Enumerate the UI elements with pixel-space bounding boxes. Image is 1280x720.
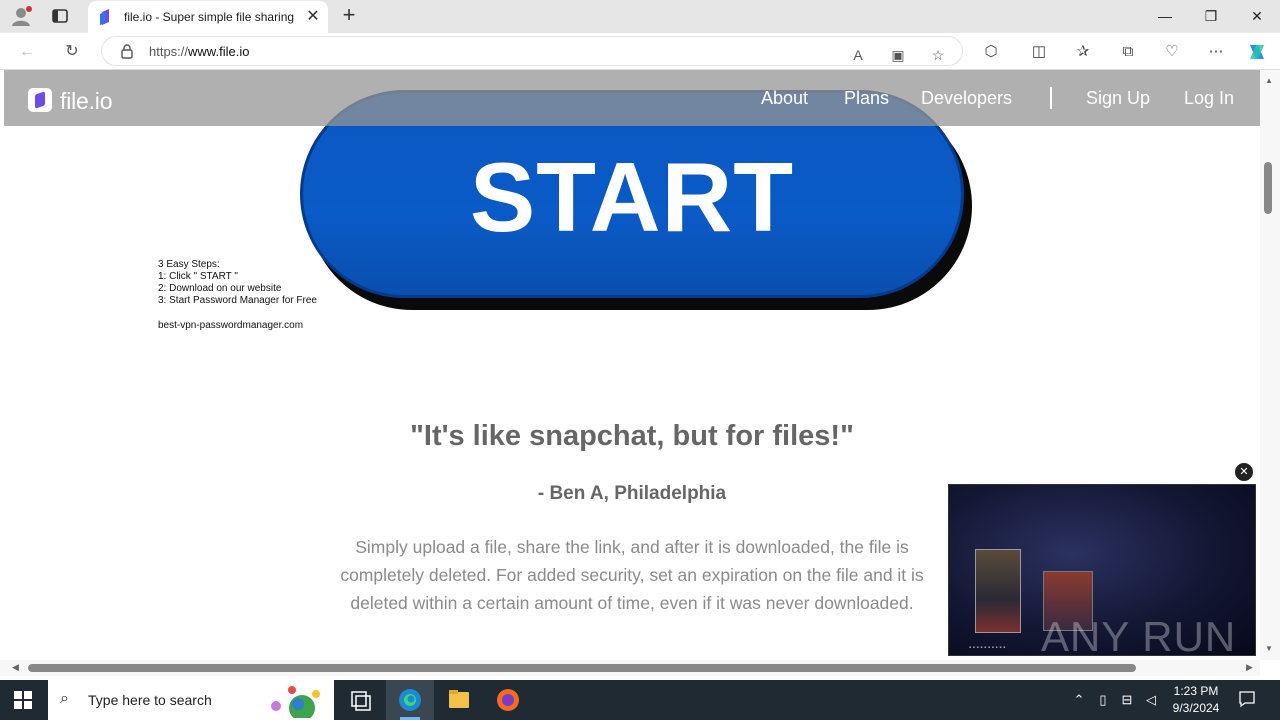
browser-tab-bar: file.io - Super simple file sharing ✕ + … [0, 0, 1280, 33]
taskbar-search[interactable]: ⌕ Type here to search [48, 680, 334, 720]
horizontal-scroll-thumb[interactable] [28, 664, 1136, 672]
scroll-down-icon[interactable]: ▼ [1264, 644, 1274, 654]
tab-file-io[interactable]: file.io - Super simple file sharing ✕ [88, 1, 328, 33]
testimonial-quote: "It's like snapchat, but for files!" [410, 420, 854, 452]
task-view-icon[interactable] [336, 680, 384, 720]
scroll-left-icon[interactable]: ◀ [12, 662, 19, 673]
refresh-icon[interactable]: ↻ [61, 41, 83, 63]
close-video-icon[interactable]: ✕ [1235, 463, 1253, 481]
ad-step-line: 1: Click " START " [158, 271, 238, 282]
scroll-right-icon[interactable]: ▶ [1246, 662, 1253, 673]
nav-plans[interactable]: Plans [844, 88, 889, 109]
anyrun-watermark: ANY RUN [1041, 613, 1237, 656]
file-io-logo-icon [28, 88, 52, 112]
taskbar: ⌕ Type here to search ⌃ ▯ ⊟ ◁ 1:23 PM 9/… [0, 680, 1280, 720]
tray-overflow-icon[interactable]: ⌃ [1070, 691, 1088, 709]
tab-actions-icon[interactable] [50, 6, 70, 26]
read-aloud-icon[interactable]: A [848, 45, 868, 65]
close-window-icon[interactable]: ✕ [1242, 4, 1272, 28]
edge-icon [399, 689, 421, 711]
nav-login[interactable]: Log In [1184, 88, 1234, 109]
taskbar-clock[interactable]: 1:23 PM 9/3/2024 [1162, 683, 1230, 717]
vertical-scrollbar[interactable]: ▲ ▼ [1260, 70, 1280, 660]
collections-icon[interactable]: ⧉ [1117, 41, 1139, 63]
video-overlay[interactable]: ▪ ▪ ▪ ▪ ▪ ▪ ▪ ▪ ▪ ▪ ANY RUN [948, 484, 1256, 656]
video-caption: ▪ ▪ ▪ ▪ ▪ ▪ ▪ ▪ ▪ ▪ [969, 645, 1006, 651]
immersive-reader-icon[interactable]: ▣ [888, 45, 908, 65]
url-prefix: https:// [149, 44, 189, 59]
file-explorer-icon[interactable] [435, 680, 483, 720]
tray-device-icon[interactable]: ▯ [1094, 691, 1112, 709]
network-icon[interactable]: ⊟ [1118, 691, 1136, 709]
tab-title: file.io - Super simple file sharing [124, 10, 295, 24]
browser-essentials-icon[interactable]: ♡ [1161, 41, 1183, 63]
taskbar-edge[interactable] [386, 680, 434, 720]
clock-date: 9/3/2024 [1172, 701, 1220, 715]
back-icon[interactable]: ← [16, 41, 38, 63]
site-header: file.io About Plans Developers Sign Up L… [4, 70, 1260, 126]
search-icon: ⌕ [60, 690, 69, 707]
new-tab-icon[interactable]: + [338, 4, 360, 27]
ad-site: best-vpn-passwordmanager.com [158, 320, 304, 331]
vertical-scroll-thumb[interactable] [1264, 162, 1272, 214]
logo-text: file.io [60, 88, 113, 114]
nav-developers[interactable]: Developers [921, 88, 1012, 109]
nav-signup[interactable]: Sign Up [1086, 88, 1150, 109]
address-bar[interactable]: https://www.file.io A ▣ ☆ [101, 36, 963, 66]
address-toolbar: ← ↻ https://www.file.io A ▣ ☆ ⬡ ◫ ✰ ⧉ ♡ … [0, 33, 1280, 70]
favorites-icon[interactable]: ✰ [1072, 41, 1094, 63]
ad-step-line: 3 Easy Steps: [158, 259, 220, 270]
notifications-icon[interactable] [1238, 690, 1256, 708]
firefox-icon[interactable] [484, 680, 532, 720]
ad-step-line: 3: Start Password Manager for Free [158, 295, 317, 306]
url-text[interactable]: https://www.file.io [149, 44, 249, 59]
service-description: Simply upload a file, share the link, an… [340, 537, 924, 613]
clock-time: 1:23 PM [1173, 684, 1219, 698]
extensions-icon[interactable]: ⬡ [980, 41, 1002, 63]
windows-start-icon[interactable] [14, 691, 32, 709]
favorite-star-icon[interactable]: ☆ [928, 45, 948, 65]
lock-icon[interactable] [119, 43, 135, 59]
nav-divider [1050, 87, 1052, 109]
restore-icon[interactable]: ❐ [1196, 4, 1226, 28]
split-screen-icon[interactable]: ◫ [1028, 41, 1050, 63]
volume-icon[interactable]: ◁ [1142, 691, 1160, 709]
scroll-up-icon[interactable]: ▲ [1264, 76, 1274, 86]
close-tab-icon[interactable]: ✕ [304, 8, 322, 26]
profile-icon[interactable] [10, 5, 32, 27]
nav-about[interactable]: About [761, 88, 808, 109]
horizontal-scrollbar[interactable]: ◀ ▶ [0, 660, 1260, 676]
minimize-icon[interactable]: — [1150, 4, 1180, 28]
url-host: www.file.io [188, 44, 250, 59]
copilot-icon[interactable] [1246, 41, 1268, 63]
search-placeholder: Type here to search [88, 692, 212, 708]
start-ad-label: START [469, 142, 795, 252]
more-menu-icon[interactable]: ⋯ [1205, 41, 1227, 63]
ad-steps[interactable]: 3 Easy Steps: 1: Click " START " 2: Down… [158, 259, 317, 332]
ad-step-line: 2: Download on our website [158, 283, 282, 294]
search-highlight-icon [271, 686, 320, 718]
video-card-art [975, 549, 1021, 633]
file-io-favicon-icon [100, 9, 109, 25]
